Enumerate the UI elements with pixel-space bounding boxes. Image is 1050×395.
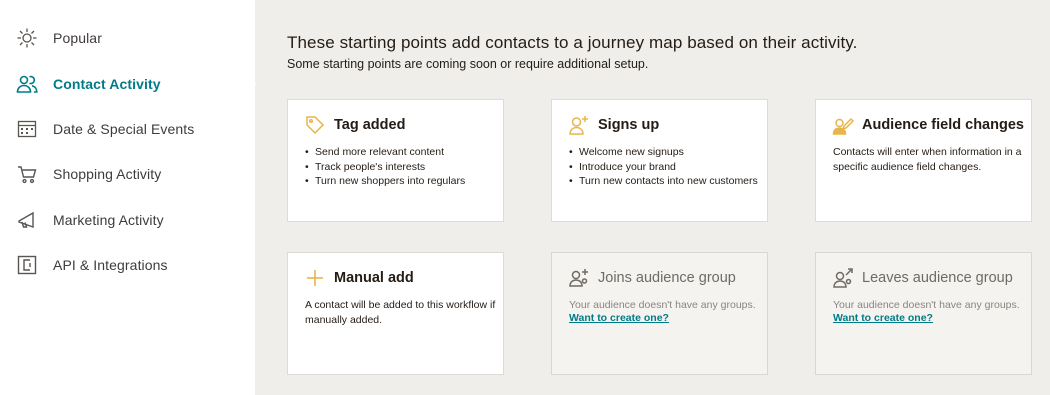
- sidebar-item-label: Contact Activity: [53, 76, 161, 92]
- card-tag-added[interactable]: Tag added Send more relevant content Tra…: [287, 99, 504, 222]
- create-group-link[interactable]: Want to create one?: [569, 312, 669, 324]
- sidebar-item-label: API & Integrations: [53, 257, 168, 273]
- card-title: Joins audience group: [598, 270, 736, 286]
- main-content: These starting points add contacts to a …: [255, 0, 1050, 395]
- sidebar-item-label: Shopping Activity: [53, 166, 162, 182]
- calendar-icon: [17, 120, 37, 138]
- page-subline: Some starting points are coming soon or …: [287, 57, 649, 71]
- user-edit-icon: [832, 117, 854, 135]
- list-item: Turn new shoppers into regulars: [305, 174, 495, 189]
- sidebar-item-popular[interactable]: Popular: [0, 18, 255, 58]
- sidebar-item-shopping-activity[interactable]: Shopping Activity: [0, 154, 255, 194]
- sidebar-item-label: Marketing Activity: [53, 212, 164, 228]
- card-title: Signs up: [598, 117, 660, 133]
- card-bullets: Welcome new signups Introduce your brand…: [569, 145, 759, 189]
- sidebar-item-api-integrations[interactable]: API & Integrations: [0, 245, 255, 285]
- card-description: A contact will be added to this workflow…: [305, 299, 496, 326]
- card-leaves-audience-group[interactable]: Leaves audience group Your audience does…: [815, 252, 1032, 375]
- api-icon: [17, 255, 37, 275]
- card-joins-audience-group[interactable]: Joins audience group Your audience doesn…: [551, 252, 768, 375]
- sidebar-item-date-special-events[interactable]: Date & Special Events: [0, 109, 255, 149]
- contacts-icon: [16, 75, 38, 93]
- card-description: Contacts will enter when information in …: [833, 146, 1022, 173]
- card-title: Leaves audience group: [862, 270, 1013, 286]
- card-manual-add[interactable]: Manual add A contact will be added to th…: [287, 252, 504, 375]
- sidebar-item-label: Popular: [53, 30, 102, 46]
- sidebar-item-contact-activity[interactable]: Contact Activity: [0, 64, 255, 104]
- group-leave-icon: [833, 268, 853, 288]
- card-bullets: Send more relevant content Track people'…: [305, 145, 495, 189]
- sidebar-item-label: Date & Special Events: [53, 121, 195, 137]
- list-item: Turn new contacts into new customers: [569, 174, 759, 189]
- create-group-link[interactable]: Want to create one?: [833, 312, 933, 324]
- cart-icon: [18, 166, 37, 184]
- card-title: Manual add: [334, 270, 414, 286]
- card-description: Your audience doesn't have any groups.: [569, 299, 756, 311]
- list-item: Send more relevant content: [305, 145, 495, 160]
- user-plus-icon: [569, 116, 588, 135]
- list-item: Introduce your brand: [569, 160, 759, 175]
- page-headline: These starting points add contacts to a …: [287, 33, 858, 52]
- list-item: Track people's interests: [305, 160, 495, 175]
- plus-icon: [307, 270, 323, 286]
- sidebar: Popular Contact Activity Date & Special …: [0, 0, 255, 395]
- tag-icon: [306, 116, 325, 135]
- card-audience-field-changes[interactable]: Audience field changes Contacts will ent…: [815, 99, 1032, 222]
- group-join-icon: [569, 269, 588, 287]
- card-title: Tag added: [334, 117, 406, 133]
- card-description: Your audience doesn't have any groups.: [833, 299, 1020, 311]
- card-signs-up[interactable]: Signs up Welcome new signups Introduce y…: [551, 99, 768, 222]
- megaphone-icon: [18, 211, 34, 228]
- sparkle-icon: [17, 28, 37, 48]
- sidebar-item-marketing-activity[interactable]: Marketing Activity: [0, 200, 255, 240]
- card-title: Audience field changes: [862, 117, 1024, 133]
- list-item: Welcome new signups: [569, 145, 759, 160]
